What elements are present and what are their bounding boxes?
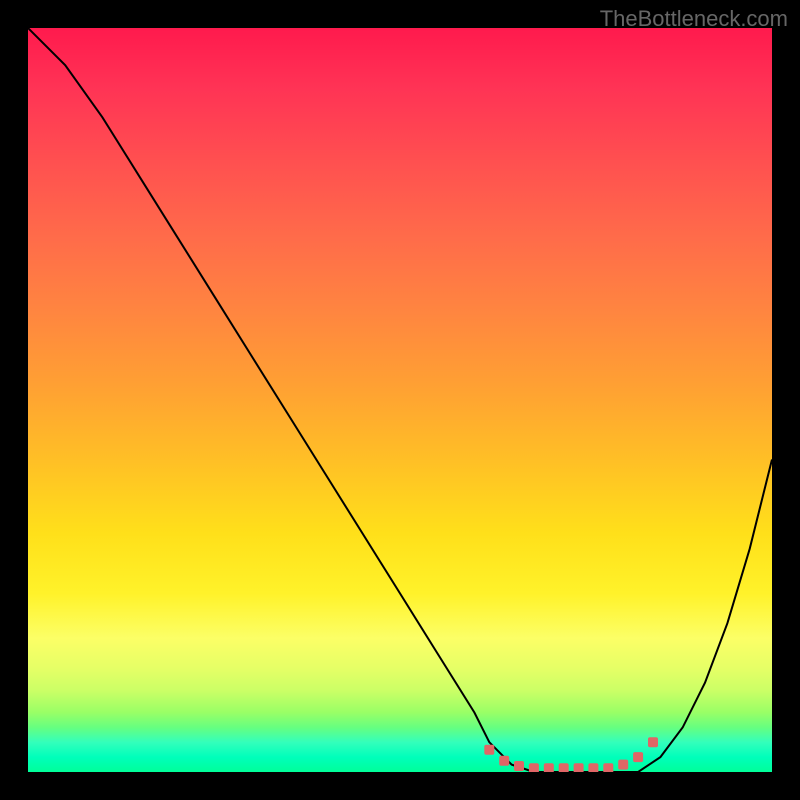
optimal-zone-markers: [484, 737, 658, 772]
chart-plot-area: [28, 28, 772, 772]
marker-point: [633, 752, 643, 762]
marker-point: [544, 763, 554, 772]
bottleneck-curve-line: [28, 28, 772, 772]
marker-point: [603, 763, 613, 772]
marker-point: [588, 763, 598, 772]
marker-point: [514, 761, 524, 771]
marker-point: [618, 760, 628, 770]
watermark-text: TheBottleneck.com: [600, 6, 788, 32]
marker-point: [559, 763, 569, 772]
marker-point: [484, 745, 494, 755]
marker-point: [648, 737, 658, 747]
marker-point: [499, 756, 509, 766]
marker-point: [574, 763, 584, 772]
marker-point: [529, 763, 539, 772]
chart-svg: [28, 28, 772, 772]
